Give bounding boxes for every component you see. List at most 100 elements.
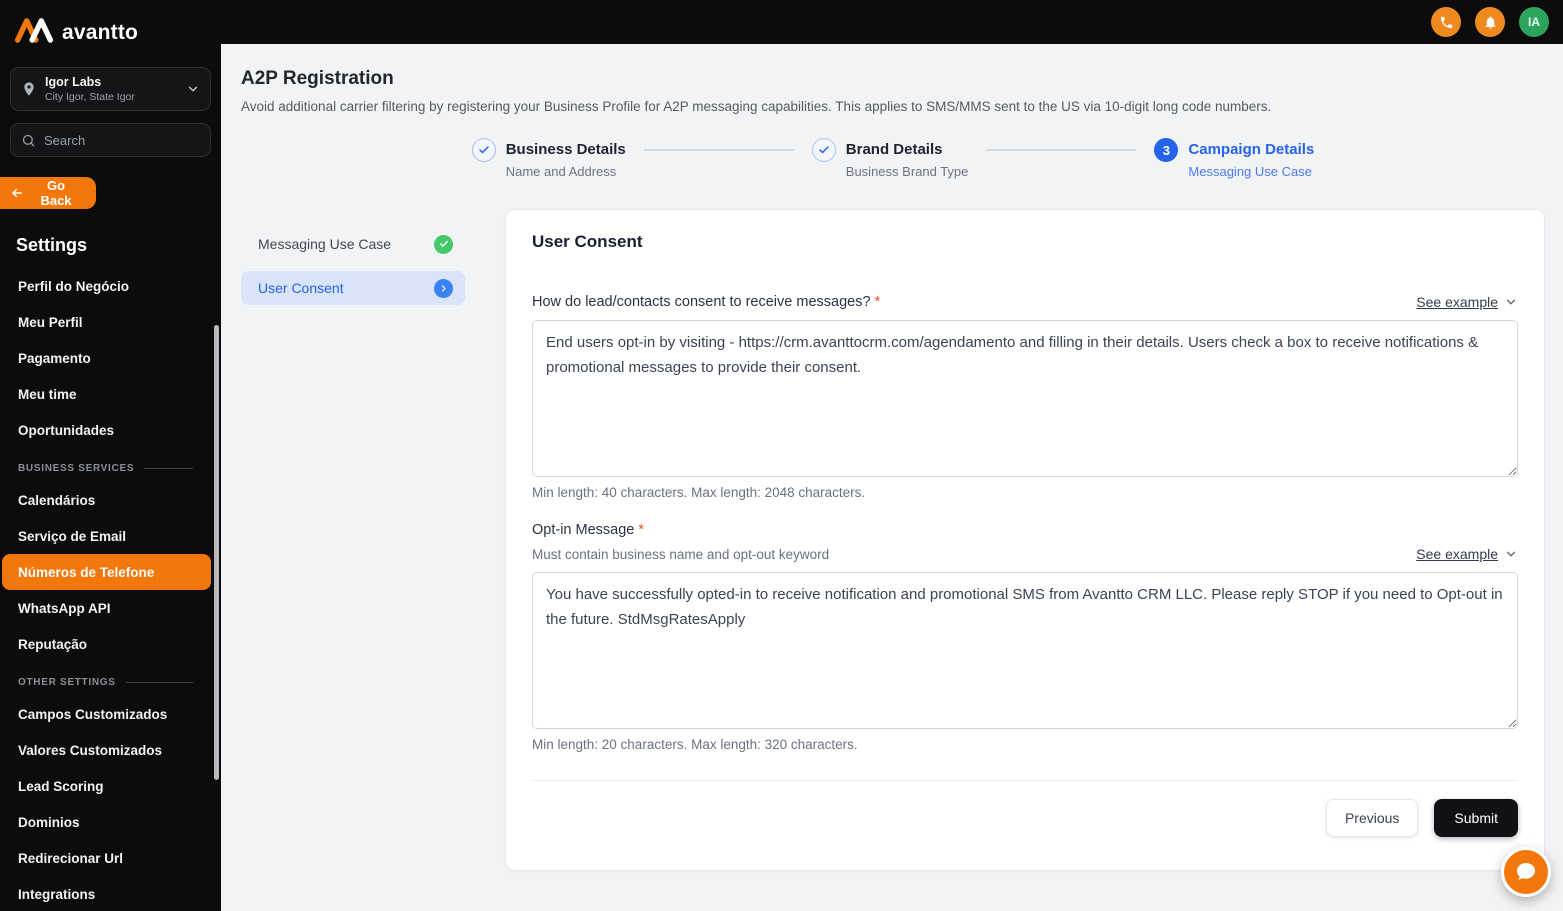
subnav-item-user-consent[interactable]: User Consent [241, 271, 465, 305]
step-text: Business Details Name and Address [506, 138, 626, 179]
step-subtitle: Business Brand Type [845, 164, 969, 179]
field-label-text: Opt-in Message [532, 522, 635, 538]
topbar: IA [221, 0, 1563, 44]
subnav-label: Messaging Use Case [258, 236, 392, 252]
app-root: avantto Igor Labs City Igor, State Igor [0, 0, 1563, 911]
sidebar-search [10, 123, 220, 157]
sidebar-item-pagamento[interactable]: Pagamento [10, 340, 211, 376]
sidebar-item-perfil-do-negocio[interactable]: Perfil do Negócio [10, 268, 211, 304]
page-subtitle: Avoid additional carrier filtering by re… [241, 99, 1272, 114]
chevron-down-icon [1504, 547, 1518, 561]
consent-textarea[interactable]: End users opt-in by visiting - https://c… [532, 320, 1518, 477]
step-number-badge: 3 [1154, 138, 1179, 162]
sidebar-nav: Perfil do Negócio Meu Perfil Pagamento M… [2, 268, 211, 911]
optin-field-hint: Min length: 20 characters. Max length: 3… [532, 737, 858, 752]
optin-field-head: Opt-in Message * Must contain business na… [532, 522, 1518, 562]
brand-logo-text: avantto [62, 20, 139, 44]
step-connector [986, 149, 1137, 151]
see-example-label: See example [1416, 294, 1498, 310]
section-divider [144, 467, 193, 469]
subnav-item-messaging-use-case[interactable]: Messaging Use Case [241, 227, 465, 261]
sidebar-item-whatsapp-api[interactable]: WhatsApp API [10, 590, 211, 626]
card-title: User Consent [532, 232, 643, 251]
sidebar-item-reputacao[interactable]: Reputação [10, 626, 211, 662]
section-label: BUSINESS SERVICES [18, 462, 135, 474]
avatar[interactable]: IA [1519, 7, 1549, 37]
step-text: Brand Details Business Brand Type [846, 138, 969, 179]
consent-field-head: How do lead/contacts consent to receive … [532, 294, 1518, 310]
sidebar-item-servico-de-email[interactable]: Serviço de Email [10, 518, 211, 554]
sidebar-item-campos-customizados[interactable]: Campos Customizados [10, 696, 211, 732]
phone-button[interactable] [1431, 7, 1461, 37]
sidebar-item-calendarios[interactable]: Calendários [10, 482, 211, 518]
sidebar-item-oportunidades[interactable]: Oportunidades [10, 412, 211, 448]
consent-field-hint: Min length: 40 characters. Max length: 2… [532, 485, 866, 500]
notifications-button[interactable] [1475, 7, 1505, 37]
avantto-logo-icon [14, 16, 54, 49]
location-texts: Igor Labs City Igor, State Igor [45, 75, 178, 103]
step-title: Business Details [505, 141, 626, 158]
chevron-right-icon [434, 278, 453, 298]
check-icon [471, 138, 496, 162]
card-divider [532, 780, 1518, 781]
step-campaign-details[interactable]: 3 Campaign Details Messaging Use Case [1154, 138, 1314, 179]
required-asterisk: * [638, 522, 645, 538]
optin-subrow: Must contain business name and opt-out k… [532, 546, 1518, 562]
stepper: Business Details Name and Address Brand … [241, 138, 1545, 179]
step-connector [643, 149, 794, 151]
sidebar-item-meu-time[interactable]: Meu time [10, 376, 211, 412]
location-selector[interactable]: Igor Labs City Igor, State Igor [10, 67, 211, 111]
search-input[interactable] [44, 132, 220, 148]
sidebar-section-business-services: BUSINESS SERVICES [10, 454, 211, 482]
consent-field-label: How do lead/contacts consent to receive … [532, 294, 880, 310]
subnav-label: User Consent [258, 280, 344, 296]
step-brand-details[interactable]: Brand Details Business Brand Type [811, 138, 969, 179]
see-example-label: See example [1416, 546, 1498, 562]
check-icon [811, 138, 836, 162]
step-title: Campaign Details [1188, 141, 1315, 158]
sidebar-item-integrations[interactable]: Integrations [10, 876, 211, 911]
form-actions: Previous Submit [532, 799, 1518, 837]
sidebar-section-other-settings: OTHER SETTINGS [10, 668, 211, 696]
sidebar-item-lead-scoring[interactable]: Lead Scoring [10, 768, 211, 804]
sidebar-item-meu-perfil[interactable]: Meu Perfil [10, 304, 211, 340]
sidebar-item-numeros-de-telefone[interactable]: Números de Telefone [2, 554, 211, 590]
sidebar-item-redirecionar-url[interactable]: Redirecionar Url [10, 840, 211, 876]
chat-launcher-button[interactable] [1501, 847, 1551, 897]
optin-field-sublabel: Must contain business name and opt-out k… [532, 546, 830, 562]
step-text: Campaign Details Messaging Use Case [1188, 138, 1314, 179]
search-icon [21, 133, 36, 148]
step-title: Brand Details [845, 141, 943, 158]
optin-field-label: Opt-in Message * [532, 522, 1518, 538]
chevron-down-icon [186, 82, 200, 96]
main-content: A2P Registration Avoid additional carrie… [221, 44, 1563, 911]
go-back-button[interactable]: Go Back [0, 177, 96, 209]
settings-title: Settings [16, 235, 88, 255]
optin-textarea[interactable]: You have successfully opted-in to receiv… [532, 572, 1518, 729]
step-business-details[interactable]: Business Details Name and Address [471, 138, 626, 179]
back-arrow-icon [10, 186, 24, 200]
location-name: Igor Labs [45, 75, 102, 89]
phone-icon [1439, 15, 1454, 30]
chevron-down-icon [1504, 295, 1518, 309]
step-subtitle: Name and Address [505, 164, 617, 179]
user-consent-card: User Consent How do lead/contacts consen… [505, 209, 1545, 871]
step-subtitle: Messaging Use Case [1188, 164, 1312, 179]
location-subtitle: City Igor, State Igor [45, 91, 135, 103]
sidebar-item-dominios[interactable]: Dominios [10, 804, 211, 840]
sidebar-scrollbar[interactable] [214, 325, 219, 780]
chat-icon [1514, 860, 1538, 884]
previous-button[interactable]: Previous [1325, 799, 1419, 837]
section-label: OTHER SETTINGS [18, 676, 116, 688]
campaign-subnav: Messaging Use Case User Consent [241, 209, 465, 315]
check-icon [434, 234, 453, 254]
go-back-label: Go Back [40, 178, 72, 208]
sidebar: avantto Igor Labs City Igor, State Igor [0, 0, 221, 911]
section-divider [125, 681, 193, 683]
sidebar-item-valores-customizados[interactable]: Valores Customizados [10, 732, 211, 768]
see-example-link[interactable]: See example [1416, 546, 1518, 562]
page-title: A2P Registration [241, 68, 394, 89]
field-label-text: How do lead/contacts consent to receive … [532, 294, 871, 310]
submit-button[interactable]: Submit [1434, 799, 1518, 837]
see-example-link[interactable]: See example [1416, 294, 1518, 310]
